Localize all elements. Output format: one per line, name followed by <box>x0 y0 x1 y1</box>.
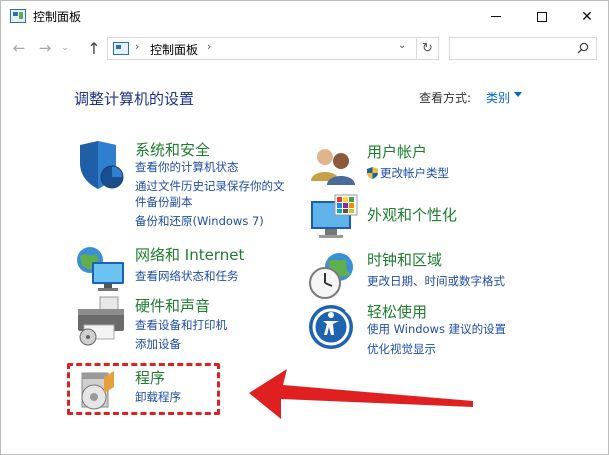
link-file-history-backup-cont[interactable]: 件备份副本 <box>135 194 193 210</box>
view-by-dropdown[interactable]: 类别 <box>486 89 510 106</box>
minimize-icon <box>491 16 501 17</box>
category-title-appearance[interactable]: 外观和个性化 <box>367 204 457 225</box>
control-panel-icon <box>113 42 129 55</box>
link-view-computer-status[interactable]: 查看你的计算机状态 <box>135 159 239 175</box>
link-backup-restore-win7[interactable]: 备份和还原(Windows 7) <box>135 213 264 229</box>
breadcrumb-separator-icon[interactable]: › <box>207 40 211 53</box>
clock-globe-icon[interactable] <box>307 249 361 303</box>
maximize-button[interactable] <box>519 1 565 32</box>
close-button[interactable]: ✕ <box>564 1 609 32</box>
annotation-arrow-icon <box>249 369 473 419</box>
refresh-button[interactable]: ↻ <box>417 37 439 60</box>
control-panel-window: 控制面板 ✕ ← → ⌄ ↑ › 控制面板 › ⌄ ↻ 调整计算机的设置 查看方… <box>0 0 609 455</box>
close-icon: ✕ <box>581 8 593 25</box>
arrow-left-icon: ← <box>12 39 26 57</box>
link-file-history-backup[interactable]: 通过文件历史记录保存你的文 <box>135 178 285 194</box>
address-bar[interactable]: › 控制面板 › ⌄ <box>107 37 417 60</box>
navigation-bar: ← → ⌄ ↑ › 控制面板 › ⌄ ↻ <box>1 34 608 62</box>
link-windows-recommended-settings[interactable]: 使用 Windows 建议的设置 <box>367 321 506 337</box>
link-view-network-status[interactable]: 查看网络状态和任务 <box>135 268 239 284</box>
category-title-clock-region[interactable]: 时钟和区域 <box>367 249 442 270</box>
maximize-icon <box>537 11 547 22</box>
up-button[interactable]: ↑ <box>83 37 105 59</box>
link-view-devices-printers[interactable]: 查看设备和打印机 <box>135 317 227 333</box>
control-panel-icon <box>10 9 26 23</box>
address-dropdown-icon[interactable]: ⌄ <box>398 40 406 51</box>
back-button[interactable]: ← <box>8 37 30 59</box>
category-title-network-internet[interactable]: 网络和 Internet <box>135 244 244 265</box>
category-title-ease-of-access[interactable]: 轻松使用 <box>367 301 427 322</box>
uac-shield-icon <box>367 167 378 179</box>
search-input[interactable] <box>454 40 572 57</box>
network-globe-icon[interactable] <box>74 244 128 298</box>
forward-button[interactable]: → <box>34 37 56 59</box>
refresh-icon: ↻ <box>422 41 433 56</box>
title-bar: 控制面板 ✕ <box>1 1 608 32</box>
page-title: 调整计算机的设置 <box>74 90 195 108</box>
security-shield-icon[interactable] <box>74 139 128 193</box>
view-by-label: 查看方式: <box>419 91 472 105</box>
annotation-highlight-box <box>67 363 220 415</box>
link-change-date-time-format[interactable]: 更改日期、时间或数字格式 <box>367 273 505 289</box>
arrow-up-icon: ↑ <box>87 38 101 58</box>
arrow-right-icon: → <box>38 39 52 57</box>
link-change-account-type[interactable]: 更改帐户类型 <box>367 165 449 181</box>
users-icon[interactable] <box>307 141 361 195</box>
category-title-system-security[interactable]: 系统和安全 <box>135 139 210 160</box>
category-title-user-accounts[interactable]: 用户帐户 <box>367 141 427 162</box>
search-box[interactable] <box>449 37 597 60</box>
window-title: 控制面板 <box>33 10 82 24</box>
breadcrumb-control-panel[interactable]: 控制面板 <box>150 41 198 58</box>
link-add-device[interactable]: 添加设备 <box>135 336 181 352</box>
ease-of-access-icon[interactable] <box>307 301 361 355</box>
caret-down-icon[interactable] <box>514 92 522 97</box>
breadcrumb-separator-icon[interactable]: › <box>135 40 139 53</box>
printer-icon[interactable] <box>74 295 128 349</box>
minimize-button[interactable] <box>473 1 519 32</box>
link-change-account-type-label[interactable]: 更改帐户类型 <box>380 166 449 180</box>
category-title-hardware-sound[interactable]: 硬件和声音 <box>135 295 210 316</box>
appearance-monitor-icon[interactable] <box>307 193 361 247</box>
recent-locations-button[interactable]: ⌄ <box>58 37 72 59</box>
search-icon[interactable] <box>577 42 589 54</box>
link-optimize-visual-display[interactable]: 优化视觉显示 <box>367 341 436 357</box>
chevron-down-icon: ⌄ <box>61 43 69 53</box>
